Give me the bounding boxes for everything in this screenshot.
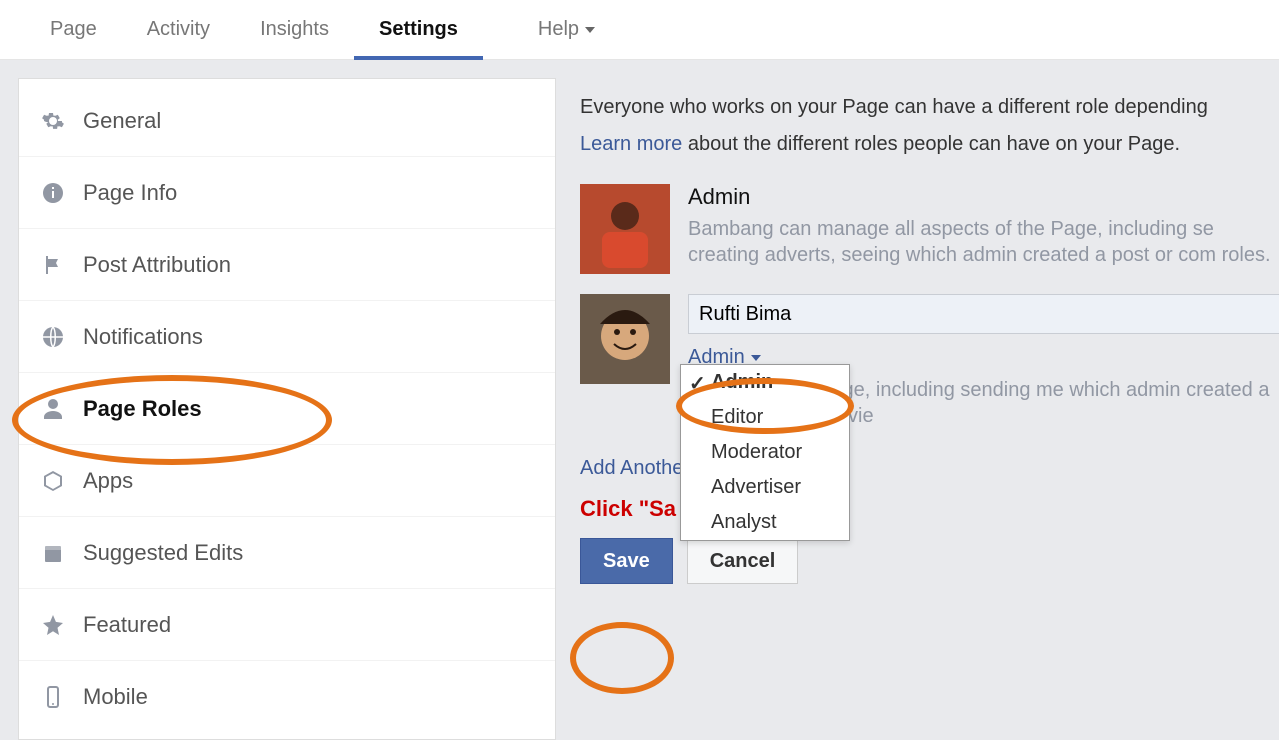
sidebar-item-label: Mobile (83, 684, 148, 710)
save-button[interactable]: Save (580, 538, 673, 584)
avatar (580, 294, 670, 384)
learn-rest-text: about the different roles people can hav… (688, 133, 1180, 155)
role-label: Admin (688, 184, 1279, 210)
role-dropdown: Admin Editor Moderator Advertiser Analys… (680, 364, 850, 541)
sidebar-item-label: Notifications (83, 324, 203, 350)
star-icon (41, 613, 65, 637)
sidebar-item-label: Post Attribution (83, 252, 231, 278)
main-panel: Everyone who works on your Page can have… (556, 78, 1279, 740)
role-option-editor[interactable]: Editor (681, 400, 849, 435)
sidebar-item-label: Page Info (83, 180, 177, 206)
new-role-row: Admin aspects of the Page, including sen… (580, 294, 1279, 429)
add-another-link[interactable]: Add Another (580, 457, 690, 480)
role-option-admin[interactable]: Admin (681, 365, 849, 400)
top-nav: Page Activity Insights Settings Help (0, 0, 1279, 60)
sidebar-item-apps[interactable]: Apps (19, 445, 555, 517)
intro-text: Everyone who works on your Page can have… (580, 96, 1279, 119)
learn-more-link[interactable]: Learn more (580, 133, 682, 155)
tab-activity[interactable]: Activity (122, 0, 235, 60)
gear-icon (41, 109, 65, 133)
sidebar-item-label: Featured (83, 612, 171, 638)
tab-settings[interactable]: Settings (354, 0, 483, 60)
tab-help[interactable]: Help (513, 0, 620, 60)
cancel-button[interactable]: Cancel (687, 538, 799, 584)
mobile-icon (41, 685, 65, 709)
calendar-icon (41, 541, 65, 565)
sidebar-item-page-roles[interactable]: Page Roles (19, 373, 555, 445)
tab-insights[interactable]: Insights (235, 0, 354, 60)
sidebar-item-suggested-edits[interactable]: Suggested Edits (19, 517, 555, 589)
tab-page[interactable]: Page (25, 0, 122, 60)
role-option-moderator[interactable]: Moderator (681, 435, 849, 470)
sidebar-item-label: Apps (83, 468, 133, 494)
learn-row: Learn more about the different roles peo… (580, 133, 1279, 156)
sidebar-item-label: General (83, 108, 161, 134)
sidebar-item-featured[interactable]: Featured (19, 589, 555, 661)
avatar (580, 184, 670, 274)
sidebar-item-label: Suggested Edits (83, 540, 243, 566)
name-input[interactable] (688, 294, 1279, 334)
flag-icon (41, 253, 65, 277)
settings-sidebar: General Page Info Post Attribution Notif… (18, 78, 556, 740)
sidebar-item-label: Page Roles (83, 396, 202, 422)
box-icon (41, 469, 65, 493)
globe-icon (41, 325, 65, 349)
sidebar-item-notifications[interactable]: Notifications (19, 301, 555, 373)
role-option-analyst[interactable]: Analyst (681, 505, 849, 540)
sidebar-item-page-info[interactable]: Page Info (19, 157, 555, 229)
sidebar-item-general[interactable]: General (19, 85, 555, 157)
person-icon (41, 397, 65, 421)
info-icon (41, 181, 65, 205)
role-desc: Bambang can manage all aspects of the Pa… (688, 216, 1279, 268)
sidebar-item-mobile[interactable]: Mobile (19, 661, 555, 733)
sidebar-item-post-attribution[interactable]: Post Attribution (19, 229, 555, 301)
existing-admin-row: Admin Bambang can manage all aspects of … (580, 184, 1279, 274)
role-option-advertiser[interactable]: Advertiser (681, 470, 849, 505)
